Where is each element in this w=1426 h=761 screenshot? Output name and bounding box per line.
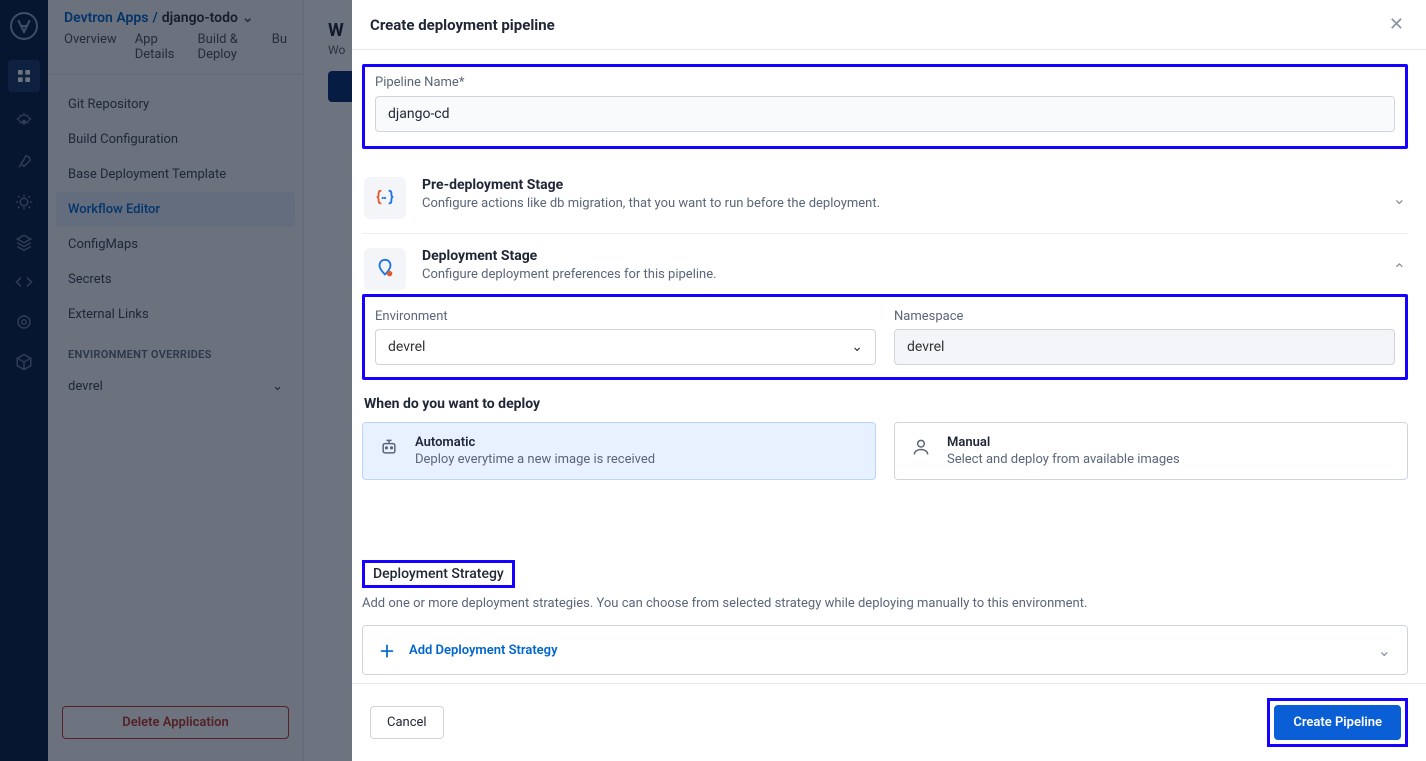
deploy-icon bbox=[364, 248, 406, 290]
deploy-option-manual[interactable]: Manual Select and deploy from available … bbox=[894, 422, 1408, 480]
modal-title: Create deployment pipeline bbox=[370, 16, 555, 34]
cancel-button[interactable]: Cancel bbox=[370, 706, 444, 739]
add-strategy-label: Add Deployment Strategy bbox=[409, 643, 558, 658]
chevron-down-icon: ⌄ bbox=[1378, 641, 1391, 660]
pipeline-name-label: Pipeline Name* bbox=[375, 75, 1395, 90]
environment-select[interactable]: devrel ⌄ bbox=[375, 329, 876, 365]
pre-stage-title: Pre-deployment Stage bbox=[422, 177, 1377, 193]
create-pipeline-modal: Create deployment pipeline ✕ Pipeline Na… bbox=[352, 0, 1426, 761]
manual-title: Manual bbox=[947, 435, 1180, 450]
chevron-down-icon: ⌄ bbox=[1393, 189, 1406, 208]
close-icon[interactable]: ✕ bbox=[1389, 14, 1404, 35]
auto-title: Automatic bbox=[415, 435, 655, 450]
chevron-up-icon: ⌃ bbox=[1393, 260, 1406, 279]
deploy-option-automatic[interactable]: Automatic Deploy everytime a new image i… bbox=[362, 422, 876, 480]
namespace-field: devrel bbox=[894, 329, 1395, 365]
namespace-label: Namespace bbox=[894, 309, 1395, 324]
pipeline-name-input[interactable] bbox=[375, 96, 1395, 132]
chevron-down-icon: ⌄ bbox=[851, 339, 863, 355]
add-strategy-button[interactable]: ＋ Add Deployment Strategy ⌄ bbox=[362, 625, 1408, 675]
create-pipeline-button[interactable]: Create Pipeline bbox=[1274, 705, 1401, 740]
env-highlight: Environment devrel ⌄ Namespace devrel bbox=[362, 294, 1408, 380]
robot-icon bbox=[379, 435, 401, 457]
strategy-header: Deployment Strategy bbox=[362, 560, 515, 588]
pre-stage-desc: Configure actions like db migration, tha… bbox=[422, 196, 1377, 211]
deployment-stage[interactable]: Deployment Stage Configure deployment pr… bbox=[362, 234, 1408, 294]
create-pipeline-highlight: Create Pipeline bbox=[1267, 698, 1408, 747]
dep-stage-desc: Configure deployment preferences for thi… bbox=[422, 267, 1377, 282]
pre-deployment-stage[interactable]: Pre-deployment Stage Configure actions l… bbox=[362, 163, 1408, 234]
when-deploy-header: When do you want to deploy bbox=[364, 396, 1408, 412]
braces-icon bbox=[364, 177, 406, 219]
strategy-sub: Add one or more deployment strategies. Y… bbox=[362, 596, 1408, 611]
namespace-value: devrel bbox=[907, 339, 944, 355]
manual-desc: Select and deploy from available images bbox=[947, 452, 1180, 467]
user-icon bbox=[911, 435, 933, 457]
environment-label: Environment bbox=[375, 309, 876, 324]
dep-stage-title: Deployment Stage bbox=[422, 248, 1377, 264]
auto-desc: Deploy everytime a new image is received bbox=[415, 452, 655, 467]
plus-icon: ＋ bbox=[379, 638, 395, 662]
environment-value: devrel bbox=[388, 339, 425, 355]
pipeline-name-highlight: Pipeline Name* bbox=[362, 64, 1408, 149]
